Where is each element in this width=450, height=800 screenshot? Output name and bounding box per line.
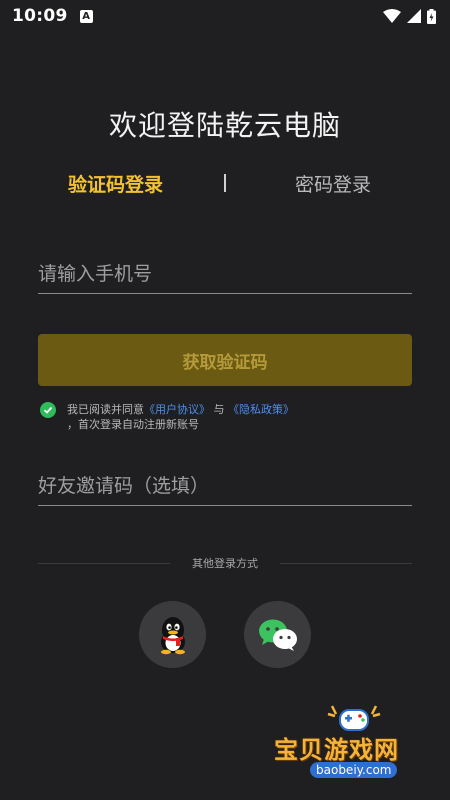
page-title: 欢迎登陆乾云电脑 bbox=[108, 109, 341, 142]
wechat-login-button[interactable] bbox=[244, 601, 311, 668]
privacy-policy-link[interactable]: 《隐私政策》 bbox=[228, 403, 294, 416]
qq-icon bbox=[160, 616, 185, 654]
game-controller-mascot-icon bbox=[327, 705, 381, 731]
wifi-icon bbox=[383, 9, 401, 23]
notification-a-icon: A bbox=[79, 9, 93, 23]
status-time: 10:09 bbox=[12, 6, 68, 26]
agreement-conjunction: 与 bbox=[213, 403, 225, 416]
agreement-prefix: 我已阅读并同意 bbox=[67, 403, 144, 416]
watermark-url: baobeiy.com bbox=[310, 762, 398, 778]
tab-password-login[interactable]: 密码登录 bbox=[295, 170, 371, 197]
divider-line-right bbox=[280, 563, 412, 564]
get-code-button[interactable]: 获取验证码 bbox=[38, 334, 412, 386]
tab-sms-login[interactable]: 验证码登录 bbox=[68, 170, 163, 197]
invite-field bbox=[38, 466, 412, 506]
agreement-checkbox[interactable] bbox=[40, 402, 56, 418]
status-icons bbox=[383, 8, 436, 24]
status-bar: 10:09 A bbox=[0, 0, 450, 32]
user-agreement-link[interactable]: 《用户协议》 bbox=[144, 403, 210, 416]
phone-input[interactable] bbox=[38, 254, 412, 293]
wechat-icon bbox=[258, 619, 297, 651]
agreement-text: 我已阅读并同意《用户协议》 与 《隐私政策》 bbox=[67, 402, 294, 418]
login-tabs: 验证码登录 密码登录 bbox=[0, 170, 450, 202]
other-login-divider: 其他登录方式 bbox=[38, 555, 412, 571]
invite-code-input[interactable] bbox=[38, 466, 412, 505]
agreement-note: ，首次登录自动注册新账号 bbox=[67, 418, 199, 431]
check-icon bbox=[43, 406, 53, 414]
tab-divider bbox=[224, 174, 226, 192]
qq-login-button[interactable] bbox=[139, 601, 206, 668]
watermark-title: 宝贝游戏网 bbox=[274, 736, 399, 764]
cell-signal-icon bbox=[407, 9, 421, 23]
phone-field bbox=[38, 254, 412, 294]
watermark: 宝贝游戏网 baobeiy.com bbox=[274, 700, 434, 784]
battery-icon bbox=[427, 8, 436, 24]
